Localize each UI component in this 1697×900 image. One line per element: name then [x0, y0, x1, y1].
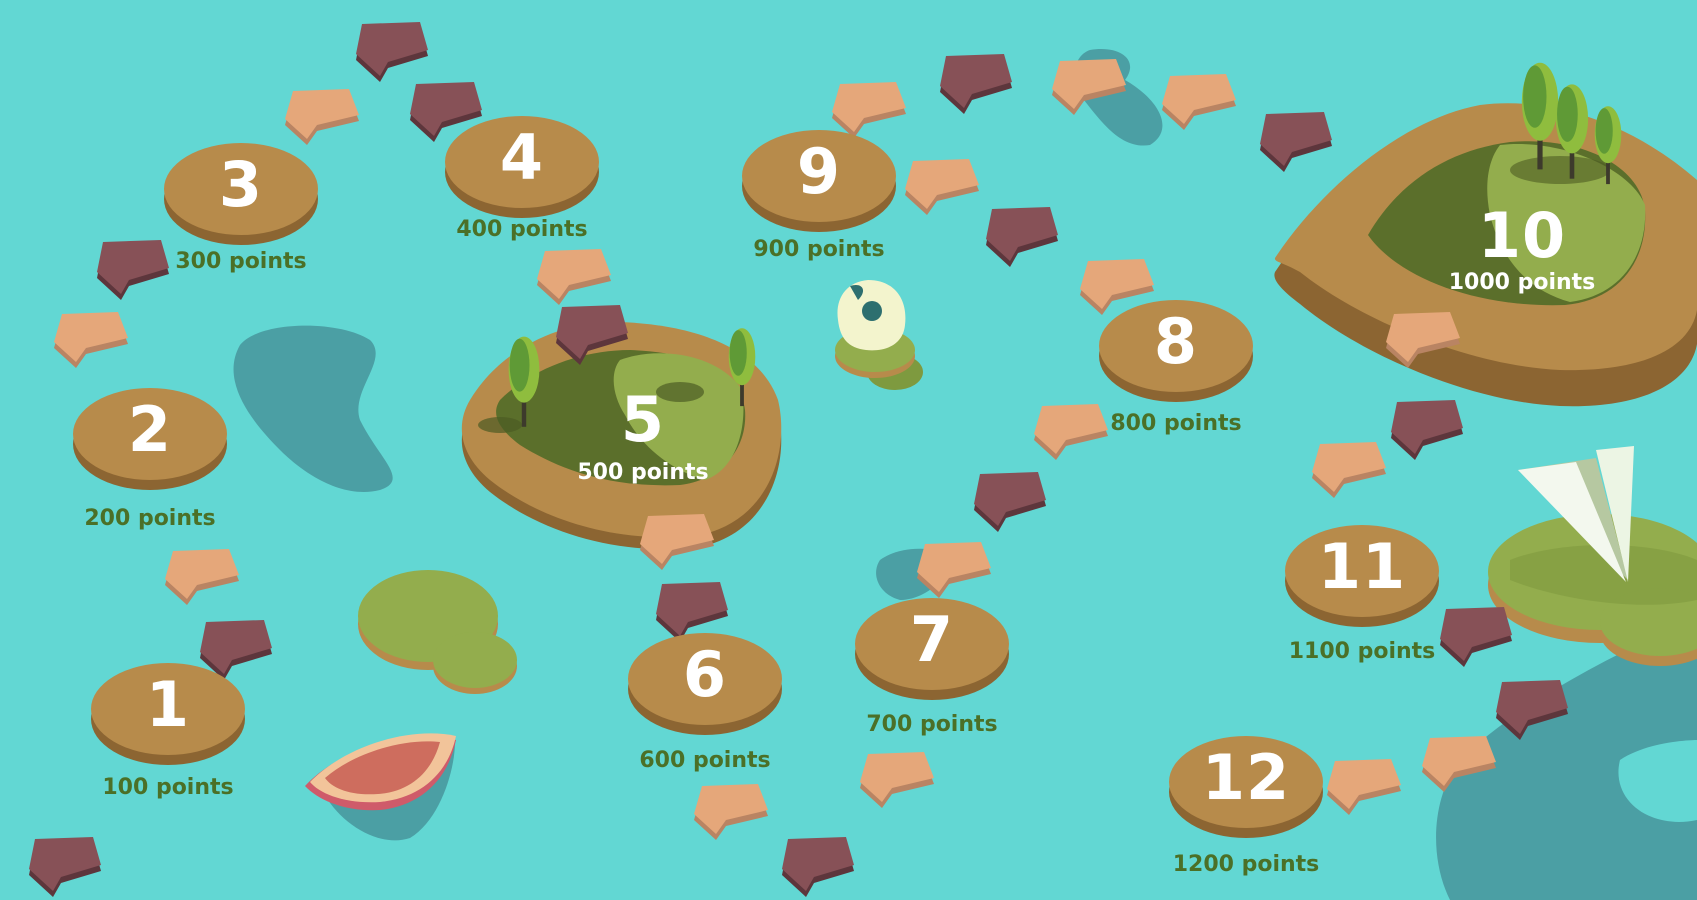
boat-icon: [305, 733, 456, 841]
arrow-icon: [1312, 442, 1386, 498]
level-number: 3: [218, 148, 264, 221]
arrow-icon: [285, 89, 359, 145]
level-7-node[interactable]: 7 700 points: [855, 598, 1009, 737]
deep-water-pool: [233, 325, 393, 492]
level-number: 1: [145, 668, 191, 741]
level-points: 1200 points: [1172, 852, 1320, 877]
grass-patch: [358, 570, 517, 694]
level-number: 5: [620, 383, 666, 456]
level-points: 900 points: [753, 237, 885, 262]
level-12-node[interactable]: 12 1200 points: [1169, 736, 1323, 877]
level-points: 100 points: [102, 775, 234, 800]
level-number: 9: [796, 135, 842, 208]
arrow-icon: [940, 54, 1012, 114]
level-4-node[interactable]: 4 400 points: [445, 116, 599, 242]
arrow-icon: [1327, 759, 1401, 815]
level-points: 200 points: [84, 506, 216, 531]
cave-rock-icon: [835, 280, 923, 390]
level-points: 1000 points: [1448, 270, 1596, 295]
level-number: 11: [1317, 530, 1407, 603]
arrow-icon: [974, 472, 1046, 532]
level-number: 8: [1153, 305, 1199, 378]
level-points: 500 points: [577, 460, 709, 485]
arrow-icon: [29, 837, 101, 897]
arrow-icon: [1260, 112, 1332, 172]
arrow-icon: [986, 207, 1058, 267]
level-5-node[interactable]: 5 500 points: [577, 384, 708, 486]
level-11-node[interactable]: 11 1100 points: [1285, 525, 1439, 664]
level-number: 10: [1477, 199, 1567, 272]
level-6-node[interactable]: 6 600 points: [628, 633, 782, 773]
arrow-icon: [54, 312, 128, 368]
arrow-icon: [640, 514, 714, 570]
level-points: 600 points: [639, 748, 771, 773]
level-number: 7: [909, 603, 955, 676]
level-10-node[interactable]: 10 1000 points: [1449, 200, 1596, 296]
level-number: 4: [499, 121, 545, 194]
level-8-node[interactable]: 8 800 points: [1099, 300, 1253, 436]
level-number: 12: [1201, 741, 1291, 814]
arrow-icon: [1391, 400, 1463, 460]
arrow-icon: [1162, 74, 1236, 130]
level-number: 6: [682, 638, 728, 711]
level-points: 400 points: [456, 217, 588, 242]
level-points: 800 points: [1110, 411, 1242, 436]
level-2-node[interactable]: 2 200 points: [73, 388, 227, 531]
arrow-icon: [694, 784, 768, 840]
level-number: 2: [127, 393, 173, 466]
arrow-icon: [356, 22, 428, 82]
level-points: 700 points: [866, 712, 998, 737]
arrow-icon: [165, 549, 239, 605]
level-3-node[interactable]: 3 300 points: [164, 143, 318, 274]
level-points: 300 points: [175, 249, 307, 274]
level-points: 1100 points: [1288, 639, 1436, 664]
arrow-icon: [860, 752, 934, 808]
arrow-icon: [782, 837, 854, 897]
arrow-icon: [537, 249, 611, 305]
level-9-node[interactable]: 9 900 points: [742, 130, 896, 262]
arrow-icon: [905, 159, 979, 215]
level-1-node[interactable]: 1 100 points: [91, 663, 245, 800]
